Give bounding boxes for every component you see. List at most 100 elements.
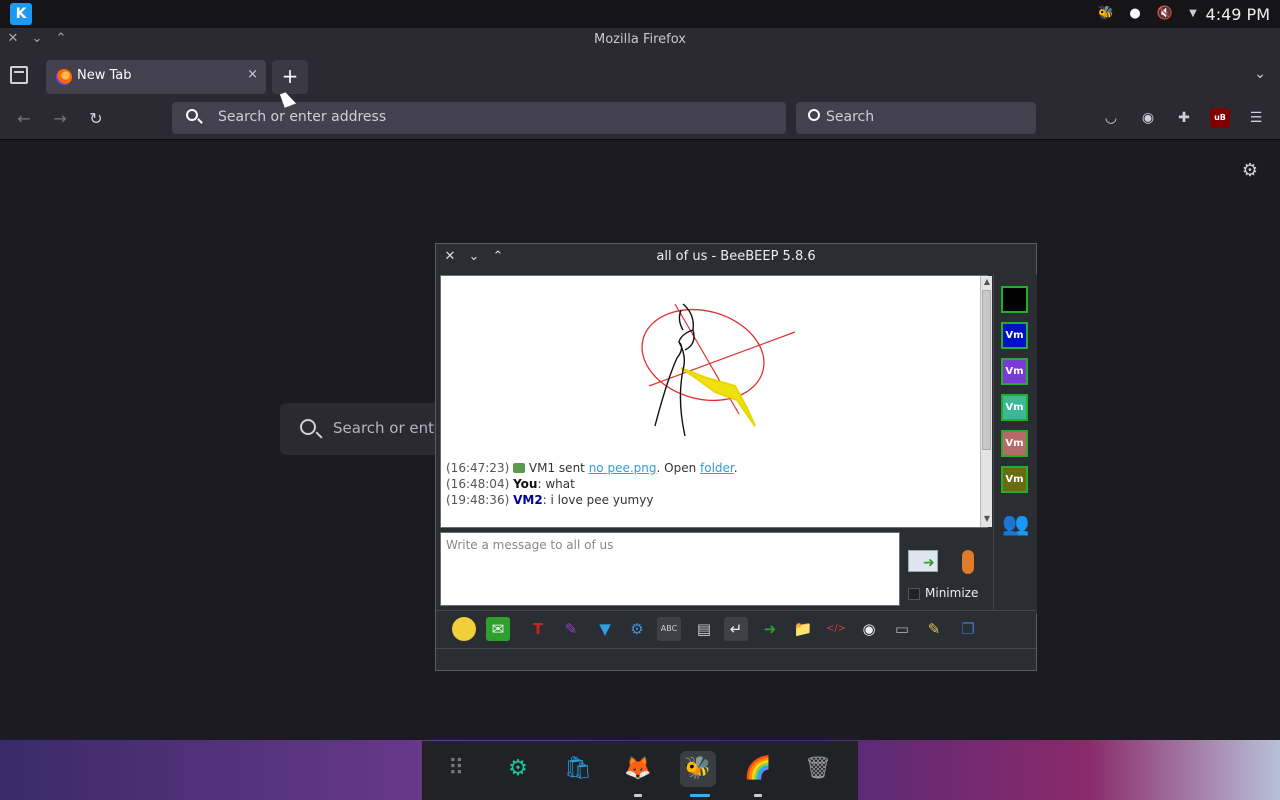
message-sender: VM2 <box>513 493 543 507</box>
send-message-icon[interactable] <box>908 550 938 572</box>
user-avatar[interactable]: Vm <box>1001 322 1028 349</box>
search-icon <box>186 109 198 121</box>
system-top-panel: K 🐝 ● 🔇 ▼ 4:49 PM <box>0 0 1280 28</box>
list-all-tabs-icon[interactable]: ⌄ <box>1254 66 1266 82</box>
pocket-icon[interactable]: ◡ <box>1101 108 1121 128</box>
gear-icon[interactable]: ⚙ <box>1242 160 1258 181</box>
extensions-icon[interactable]: ✚ <box>1174 108 1194 128</box>
message-text: VM1 sent <box>528 461 589 475</box>
html-code-icon[interactable]: </> <box>824 617 848 641</box>
chat-message: (16:48:04) You: what <box>446 476 738 492</box>
beebeep-titlebar: ✕ ⌄ ⌃ all of us - BeeBEEP 5.8.6 <box>436 244 1036 272</box>
new-window-icon[interactable]: ❐ <box>956 617 980 641</box>
account-icon[interactable]: ◉ <box>1138 108 1158 128</box>
tab-bar: New Tab × + ⌄ <box>0 52 1280 98</box>
back-arrow-icon[interactable]: ← <box>13 108 35 130</box>
kvirc-icon[interactable]: 🌈 <box>740 751 776 787</box>
discover-software-icon[interactable]: ⚙ <box>500 751 536 787</box>
address-bar[interactable]: Search or enter address <box>172 102 786 134</box>
firefox-logo-icon[interactable]: 🦊 <box>620 751 656 787</box>
scroll-down-arrow-icon[interactable]: ▼ <box>982 514 992 523</box>
user-avatar[interactable]: Vm <box>1001 394 1028 421</box>
message-text: . <box>733 461 738 475</box>
send-folder-icon[interactable]: 📁 <box>791 617 815 641</box>
user-avatar[interactable]: Vm <box>1001 430 1028 457</box>
message-input-placeholder: Write a message to all of us <box>446 538 614 552</box>
message-input[interactable]: Write a message to all of us <box>440 532 900 606</box>
window-title: Mozilla Firefox <box>594 32 686 47</box>
new-tab-button[interactable]: + <box>272 60 308 94</box>
task-manager-dock: ⠿ ⚙ 🛍 🦊 🐝 🌈 🗑 <box>422 741 858 800</box>
drawing-board-icon[interactable]: ▭ <box>890 617 914 641</box>
user-avatar[interactable]: Vm <box>1001 466 1028 493</box>
firefox-view-icon[interactable] <box>10 66 28 84</box>
status-bar <box>436 648 1036 670</box>
firefox-titlebar: ✕ ⌄ ⌃ Mozilla Firefox <box>0 28 1280 52</box>
filter-icon[interactable]: ▼ <box>593 617 617 641</box>
save-chat-icon[interactable]: ✎ <box>922 617 946 641</box>
scrollbar-thumb[interactable] <box>982 290 991 450</box>
file-link[interactable]: no pee.png <box>589 461 657 475</box>
scroll-up-arrow-icon[interactable]: ▲ <box>982 277 992 286</box>
store-icon[interactable]: 🛍 <box>560 751 596 787</box>
trash-icon[interactable]: 🗑 <box>800 751 836 787</box>
chat-message: (19:48:36) VM2: i love pee yumyy <box>446 492 738 508</box>
new-tab-search-box[interactable]: Search or enter address <box>280 403 513 455</box>
word-completer-icon[interactable]: ▤ <box>692 617 716 641</box>
app-grid-icon[interactable]: ⠿ <box>438 751 474 787</box>
user-avatar[interactable] <box>1001 286 1028 313</box>
message-text: : i love pee yumyy <box>542 493 654 507</box>
settings-cog-icon[interactable]: ⚙ <box>625 617 649 641</box>
message-text: : what <box>537 477 575 491</box>
chat-history[interactable]: (16:47:23) VM1 sent no pee.png. Open fol… <box>440 275 992 528</box>
firefox-logo-icon <box>56 69 72 85</box>
file-transfer-icon <box>513 463 526 473</box>
microphone-icon[interactable] <box>962 550 974 574</box>
ublock-origin-icon[interactable]: uB <box>1210 108 1230 128</box>
message-timestamp: (16:47:23) <box>446 461 510 475</box>
running-indicator <box>634 794 642 797</box>
kde-launcher-icon[interactable]: K <box>10 3 32 25</box>
clock[interactable]: 4:49 PM <box>1206 5 1270 24</box>
message-timestamp: (16:48:04) <box>446 477 510 491</box>
beebeep-icon[interactable]: 🐝 <box>680 751 716 787</box>
group-users-icon[interactable]: 👥 <box>1002 512 1029 537</box>
message-text: . Open <box>656 461 701 475</box>
emoticon-icon[interactable] <box>452 617 476 641</box>
chevron-down-icon[interactable]: ▼ <box>1183 4 1203 24</box>
user-list: Vm Vm Vm Vm Vm 👥 <box>993 274 1037 614</box>
spellcheck-icon[interactable]: ABC <box>657 617 681 641</box>
search-icon <box>808 109 820 121</box>
forward-arrow-icon[interactable]: → <box>49 108 71 130</box>
chat-message: (16:47:23) VM1 sent no pee.png. Open fol… <box>446 460 738 476</box>
beebeep-chat-window: ✕ ⌄ ⌃ all of us - BeeBEEP 5.8.6 (16:47:2… <box>435 243 1037 671</box>
chat-toolbar: ✉ T ✎ ▼ ⚙ ABC ▤ ↵ ➜ 📁 </> ◉ ▭ ✎ ❐ <box>436 610 1036 646</box>
message-sender: You <box>513 477 538 491</box>
send-on-enter-icon[interactable]: ↵ <box>724 617 748 641</box>
send-file-icon[interactable]: ➜ <box>758 617 782 641</box>
hamburger-menu-icon[interactable]: ☰ <box>1246 108 1266 128</box>
close-tab-icon[interactable]: × <box>247 67 258 82</box>
navigation-toolbar: ← → ↻ Search or enter address Search ◡ ◉… <box>0 98 1280 140</box>
address-bar-placeholder: Search or enter address <box>218 109 387 125</box>
screenshot-icon[interactable]: ◉ <box>857 617 881 641</box>
font-icon[interactable]: T <box>526 617 550 641</box>
search-icon <box>300 419 316 435</box>
folder-link[interactable]: folder <box>700 461 734 475</box>
chat-messages: (16:47:23) VM1 sent no pee.png. Open fol… <box>446 460 738 508</box>
tab-new-tab[interactable]: New Tab × <box>46 60 266 94</box>
chat-scrollbar[interactable]: ▲ ▼ <box>980 276 992 527</box>
muted-speaker-icon[interactable]: 🔇 <box>1155 4 1175 24</box>
send-mail-icon[interactable]: ✉ <box>486 617 510 641</box>
user-avatar[interactable]: Vm <box>1001 358 1028 385</box>
search-bar[interactable]: Search <box>796 102 1036 134</box>
running-indicator <box>754 794 762 797</box>
color-wheel-icon[interactable]: ● <box>1125 4 1145 24</box>
search-bar-placeholder: Search <box>826 109 875 125</box>
reload-icon[interactable]: ↻ <box>85 108 107 130</box>
beebeep-window-title: all of us - BeeBEEP 5.8.6 <box>656 249 816 264</box>
font-color-icon[interactable]: ✎ <box>559 617 583 641</box>
message-timestamp: (19:48:36) <box>446 493 510 507</box>
minimize-checkbox[interactable] <box>908 588 920 600</box>
beebeep-tray-icon[interactable]: 🐝 <box>1096 4 1116 24</box>
